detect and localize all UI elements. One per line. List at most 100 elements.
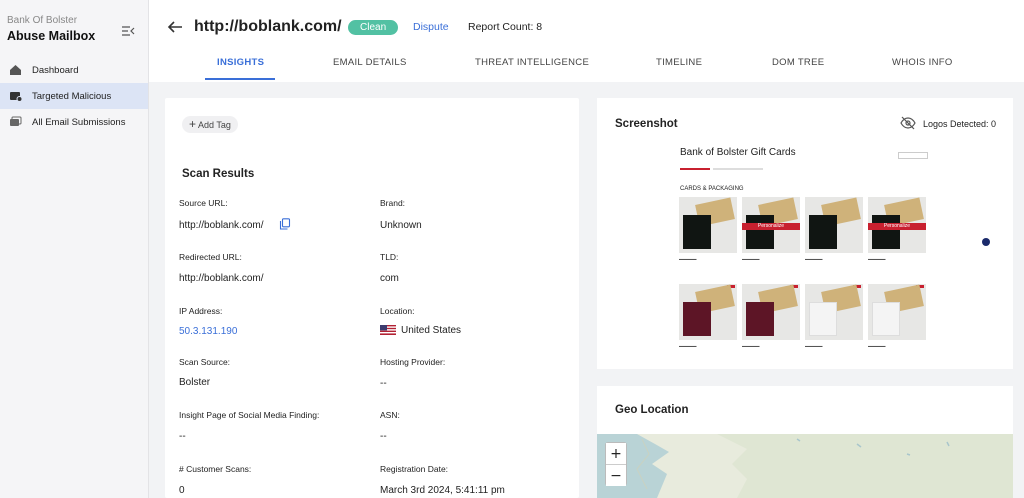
customer-scans-value: 0 xyxy=(179,485,185,496)
us-flag-icon xyxy=(380,325,396,335)
card-graphic xyxy=(683,215,711,249)
collapse-sidebar-icon[interactable] xyxy=(121,25,135,37)
app-title: Abuse Mailbox xyxy=(7,29,96,43)
personalize-ribbon: Personalize xyxy=(868,223,926,230)
tab-timeline[interactable]: TIMELINE xyxy=(656,57,702,68)
card-graphic xyxy=(683,302,711,336)
thumb-title: Bank of Bolster Gift Cards xyxy=(680,147,796,158)
add-tag-label: Add Tag xyxy=(198,120,231,130)
customer-scans-label: # Customer Scans: xyxy=(179,464,252,474)
copy-icon[interactable] xyxy=(279,218,291,230)
scan-results-title: Scan Results xyxy=(182,168,255,180)
zoom-control: + − xyxy=(605,442,627,486)
brand-value: Unknown xyxy=(380,220,422,231)
product-card: Personalize xyxy=(742,197,800,253)
personalize-ribbon: Personalize xyxy=(742,223,800,230)
tab-email-details[interactable]: EMAIL DETAILS xyxy=(333,57,407,68)
insight-page-value: -- xyxy=(179,431,186,442)
geo-location-title: Geo Location xyxy=(615,404,689,416)
ip-address-label: IP Address: xyxy=(179,306,223,316)
map[interactable]: + − xyxy=(597,434,1013,498)
product-card xyxy=(742,284,800,340)
card-graphic xyxy=(872,302,900,336)
thumb-sort-select xyxy=(898,152,928,159)
product-caption: ▬▬▬▬▬ xyxy=(742,257,760,261)
report-count: Report Count: 8 xyxy=(468,21,543,33)
scan-source-value: Bolster xyxy=(179,377,211,388)
product-card xyxy=(868,284,926,340)
redirected-url-value: http://boblank.com/ xyxy=(179,273,264,284)
sidebar-nav: Dashboard Targeted Malicious All Email S… xyxy=(0,57,148,135)
geo-location-panel: Geo Location + − xyxy=(597,386,1013,498)
tab-whois-info[interactable]: WHOIS INFO xyxy=(892,57,953,68)
product-card xyxy=(679,197,737,253)
card-graphic xyxy=(809,215,837,249)
source-url-value: http://boblank.com/ xyxy=(179,220,264,231)
brand-label: Brand: xyxy=(380,198,406,208)
product-card xyxy=(679,284,737,340)
tab-insights[interactable]: INSIGHTS xyxy=(217,57,264,68)
product-caption: ▬▬▬▬▬ xyxy=(868,257,886,261)
status-badge: Clean xyxy=(348,20,399,35)
card-graphic xyxy=(746,215,774,249)
location-label: Location: xyxy=(380,306,415,316)
screenshot-title: Screenshot xyxy=(615,118,678,130)
card-graphic xyxy=(746,302,774,336)
source-url-label: Source URL: xyxy=(179,198,228,208)
asn-label: ASN: xyxy=(380,410,400,420)
mail-list-icon xyxy=(8,115,22,129)
hosting-provider-value: -- xyxy=(380,378,387,389)
sidebar-item-label: All Email Submissions xyxy=(32,116,126,128)
mail-alert-icon xyxy=(8,89,22,103)
plus-icon: + xyxy=(189,117,197,131)
dispute-link[interactable]: Dispute xyxy=(413,21,449,33)
tld-label: TLD: xyxy=(380,252,399,262)
tld-value: com xyxy=(380,273,399,284)
ip-address-link[interactable]: 50.3.131.190 xyxy=(179,326,237,337)
thumb-nav-line xyxy=(713,168,763,170)
screenshot-panel: Screenshot Logos Detected: 0 Bank of Bol… xyxy=(597,98,1013,369)
active-tab-indicator xyxy=(205,78,275,80)
carousel-dot[interactable] xyxy=(982,238,990,246)
tab-bar: INSIGHTS EMAIL DETAILS THREAT INTELLIGEN… xyxy=(149,48,1024,80)
card-graphic xyxy=(872,215,900,249)
thumb-nav-line xyxy=(680,168,710,170)
org-name: Bank Of Bolster xyxy=(7,15,78,26)
product-caption: ▬▬▬▬▬ xyxy=(868,344,886,348)
product-card: Personalize xyxy=(868,197,926,253)
logos-detected: Logos Detected: 0 xyxy=(922,119,996,129)
page-title: http://boblank.com/ xyxy=(194,18,342,35)
product-caption: ▬▬▬▬▬ xyxy=(805,344,823,348)
thumb-section: CARDS & PACKAGING xyxy=(680,186,744,192)
back-arrow-icon[interactable] xyxy=(166,19,184,35)
redirected-url-label: Redirected URL: xyxy=(179,252,242,262)
zoom-in-button[interactable]: + xyxy=(606,443,626,464)
sidebar-item-targeted-malicious[interactable]: Targeted Malicious xyxy=(0,83,148,109)
scan-results-panel: + Add Tag Scan Results Source URL: http:/… xyxy=(165,98,579,498)
product-caption: ▬▬▬▬▬ xyxy=(742,344,760,348)
sidebar-item-all-email-submissions[interactable]: All Email Submissions xyxy=(0,109,148,135)
sidebar-item-label: Dashboard xyxy=(32,64,79,76)
sidebar-item-label: Targeted Malicious xyxy=(32,90,112,102)
map-terrain xyxy=(636,434,1013,498)
add-tag-button[interactable]: + Add Tag xyxy=(182,116,238,133)
registration-date-label: Registration Date: xyxy=(380,464,449,474)
sidebar: Bank Of Bolster Abuse Mailbox Dashboard … xyxy=(0,0,149,498)
sidebar-item-dashboard[interactable]: Dashboard xyxy=(0,57,148,83)
card-graphic xyxy=(809,302,837,336)
product-caption: ▬▬▬▬▬ xyxy=(679,344,697,348)
zoom-out-button[interactable]: − xyxy=(606,465,626,486)
product-card xyxy=(805,197,863,253)
scan-source-label: Scan Source: xyxy=(179,357,231,367)
product-caption: ▬▬▬▬▬ xyxy=(679,257,697,261)
asn-value: -- xyxy=(380,431,387,442)
location-value: United States xyxy=(401,325,462,336)
hosting-provider-label: Hosting Provider: xyxy=(380,357,446,367)
home-icon xyxy=(8,63,22,77)
tab-dom-tree[interactable]: DOM TREE xyxy=(772,57,824,68)
product-card xyxy=(805,284,863,340)
eye-off-icon xyxy=(900,116,916,130)
registration-date-value: March 3rd 2024, 5:41:11 pm xyxy=(380,485,505,496)
insight-page-label: Insight Page of Social Media Finding: xyxy=(179,410,320,420)
tab-threat-intelligence[interactable]: THREAT INTELLIGENCE xyxy=(475,57,589,68)
